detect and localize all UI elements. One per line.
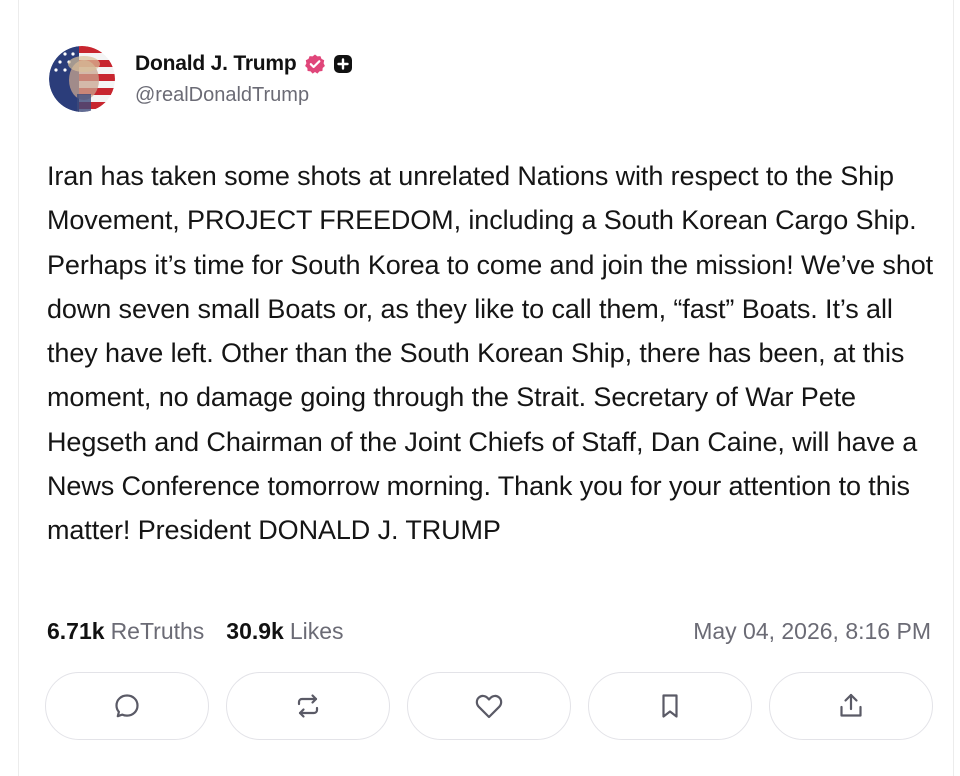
heart-icon [473, 691, 505, 721]
likes-stat[interactable]: 30.9k Likes [226, 618, 343, 645]
retruth-button[interactable] [226, 672, 390, 740]
retruths-stat[interactable]: 6.71k ReTruths [47, 618, 204, 645]
name-row: Donald J. Trump [135, 50, 353, 78]
author-handle[interactable]: @realDonaldTrump [135, 84, 353, 107]
avatar[interactable] [49, 46, 115, 112]
retruths-label: ReTruths [110, 617, 205, 644]
post-actions [45, 672, 933, 742]
author-meta: Donald J. Trump @realDonaldTrump [135, 46, 353, 107]
reply-icon [112, 691, 142, 721]
plus-badge-icon [333, 54, 353, 74]
verified-check-icon [304, 53, 326, 75]
reply-button[interactable] [45, 672, 209, 740]
post-stats: 6.71k ReTruths 30.9k Likes May 04, 2026,… [47, 614, 931, 648]
post-timestamp[interactable]: May 04, 2026, 8:16 PM [693, 618, 931, 645]
bookmark-icon [655, 691, 685, 721]
post-body-text: Iran has taken some shots at unrelated N… [47, 161, 934, 546]
like-button[interactable] [407, 672, 571, 740]
share-icon [836, 691, 866, 721]
share-button[interactable] [769, 672, 933, 740]
retruth-icon [293, 691, 323, 721]
likes-label: Likes [289, 617, 344, 644]
post-card: Donald J. Trump @realDonaldTrump Iran ha… [18, 0, 954, 776]
likes-count: 30.9k [226, 617, 284, 644]
post-header: Donald J. Trump @realDonaldTrump [49, 46, 353, 116]
retruths-count: 6.71k [47, 617, 105, 644]
author-display-name[interactable]: Donald J. Trump [135, 52, 297, 76]
page: Donald J. Trump @realDonaldTrump Iran ha… [0, 0, 960, 776]
bookmark-button[interactable] [588, 672, 752, 740]
